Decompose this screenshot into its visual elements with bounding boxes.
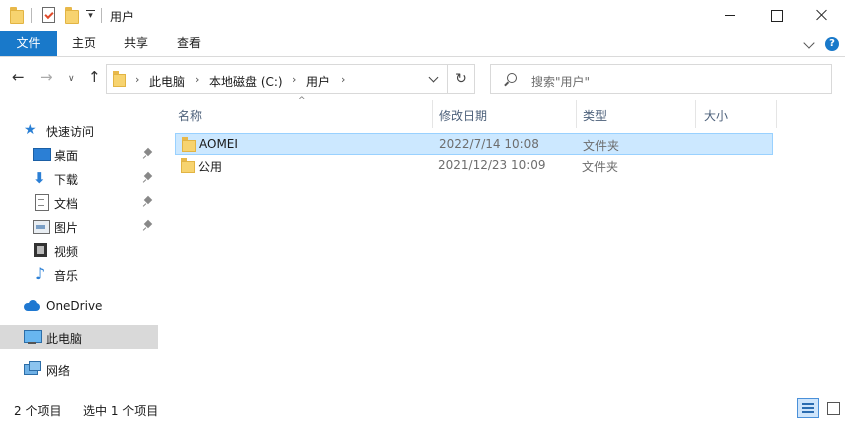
minimize-button[interactable] — [707, 0, 753, 31]
sidebar-item-label: 视频 — [54, 245, 79, 259]
file-date: 2021/12/23 10:09 — [438, 158, 546, 172]
download-icon: ⬇ — [33, 169, 46, 187]
folder-icon — [113, 71, 126, 87]
file-date: 2022/7/14 10:08 — [439, 137, 539, 151]
column-header-name[interactable]: 名称 — [170, 100, 432, 128]
tab-share[interactable]: 共享 — [114, 31, 158, 56]
folder-icon — [181, 158, 195, 173]
document-icon — [34, 194, 50, 211]
large-icons-view-icon[interactable] — [822, 398, 844, 418]
sidebar-item-desktop[interactable]: 桌面 — [0, 142, 158, 166]
recent-locations-chevron-icon[interactable]: ∨ — [68, 72, 75, 87]
breadcrumb-separator-icon[interactable]: › — [195, 73, 199, 86]
column-header-date[interactable]: 修改日期 — [433, 100, 576, 128]
folder-icon — [182, 137, 196, 152]
sidebar-item-label: 文档 — [54, 197, 79, 211]
sidebar-item-documents[interactable]: 文档 — [0, 190, 158, 214]
sidebar-item-quick-access[interactable]: ★ 快速访问 — [0, 118, 158, 142]
breadcrumb-separator-icon[interactable]: › — [135, 73, 139, 86]
pin-icon — [143, 148, 153, 160]
sidebar-item-label: 音乐 — [54, 269, 79, 283]
window-title: 用户 — [110, 10, 135, 24]
column-header-label: 大小 — [704, 109, 729, 123]
refresh-button[interactable]: ↻ — [448, 64, 475, 94]
toolbar-divider — [101, 8, 102, 23]
pin-icon — [143, 172, 153, 184]
back-arrow-icon[interactable]: ← — [12, 70, 25, 85]
forward-arrow-icon[interactable]: → — [40, 70, 53, 85]
sidebar-item-label: 图片 — [54, 221, 79, 235]
expand-ribbon-chevron-icon[interactable] — [803, 37, 815, 49]
sidebar-item-videos[interactable]: 视频 — [0, 238, 158, 262]
sidebar-item-label: 此电脑 — [46, 332, 83, 346]
up-arrow-icon[interactable]: ↑ — [88, 70, 101, 85]
tab-file[interactable]: 文件 — [0, 31, 57, 56]
toolbar-divider — [31, 8, 32, 23]
address-dropdown-icon[interactable] — [428, 72, 439, 83]
sidebar-item-network[interactable]: 网络 — [0, 357, 158, 381]
sidebar-item-label: 网络 — [46, 364, 71, 378]
breadcrumb-local-disk[interactable]: 本地磁盘 (C:) — [209, 73, 283, 90]
file-type: 文件夹 — [582, 160, 619, 174]
file-name: 公用 — [198, 160, 223, 174]
file-name: AOMEI — [199, 137, 238, 151]
column-divider[interactable] — [776, 100, 777, 128]
sidebar-item-label: 桌面 — [54, 149, 79, 163]
video-icon — [33, 242, 49, 258]
desktop-icon — [33, 146, 51, 162]
tab-home[interactable]: 主页 — [62, 31, 106, 56]
search-placeholder: 搜索"用户" — [531, 75, 591, 89]
table-row[interactable]: AOMEI 2022/7/14 10:08 文件夹 — [175, 133, 773, 155]
title-bar: ▾ 用户 — [0, 0, 845, 31]
breadcrumb-users[interactable]: 用户 — [306, 73, 330, 90]
new-folder-icon[interactable] — [65, 7, 79, 24]
sidebar-item-this-pc[interactable]: 此电脑 — [0, 325, 158, 349]
column-header-type[interactable]: 类型 — [577, 100, 695, 128]
sidebar-item-pictures[interactable]: 图片 — [0, 214, 158, 238]
status-bar: 2 个项目 选中 1 个项目 — [0, 396, 845, 421]
sidebar-item-onedrive[interactable]: OneDrive — [0, 294, 158, 318]
search-box[interactable]: 搜索"用户" — [490, 64, 832, 94]
sidebar-item-label: 下载 — [54, 173, 79, 187]
navigation-pane: ★ 快速访问 桌面 ⬇ 下载 文档 图片 视频 ♪ 音乐 OneDrive 此电… — [0, 108, 160, 388]
computer-icon — [24, 329, 42, 345]
column-header-label: 类型 — [583, 109, 608, 123]
maximize-button[interactable] — [753, 0, 799, 31]
network-icon — [24, 361, 41, 377]
help-icon[interactable]: ? — [825, 37, 839, 51]
pin-icon — [143, 220, 153, 232]
address-bar[interactable]: › 此电脑 › 本地磁盘 (C:) › 用户 › — [106, 64, 448, 94]
selection-count: 选中 1 个项目 — [83, 404, 159, 418]
tab-view[interactable]: 查看 — [167, 31, 211, 56]
sidebar-item-music[interactable]: ♪ 音乐 — [0, 262, 158, 286]
breadcrumb-separator-icon[interactable]: › — [292, 73, 296, 86]
details-view-icon[interactable] — [797, 398, 819, 418]
star-icon: ★ — [24, 122, 37, 138]
column-header-label: 名称 — [178, 109, 203, 123]
column-header-size[interactable]: 大小 — [696, 100, 776, 128]
file-type: 文件夹 — [583, 139, 620, 153]
sidebar-item-downloads[interactable]: ⬇ 下载 — [0, 166, 158, 190]
ribbon: 文件 主页 共享 查看 ? — [0, 31, 845, 57]
quick-access-dropdown-icon[interactable]: ▾ — [86, 10, 95, 21]
picture-icon — [33, 218, 50, 234]
column-header-label: 修改日期 — [439, 109, 488, 123]
properties-icon[interactable] — [42, 7, 55, 23]
close-button[interactable] — [799, 0, 845, 31]
breadcrumb-separator-icon[interactable]: › — [341, 73, 345, 86]
music-icon: ♪ — [35, 264, 46, 283]
cloud-icon — [24, 298, 40, 314]
breadcrumb-this-pc[interactable]: 此电脑 — [149, 73, 185, 90]
pin-icon — [143, 196, 153, 208]
table-row[interactable]: 公用 2021/12/23 10:09 文件夹 — [175, 155, 773, 177]
folder-icon — [10, 7, 24, 24]
search-icon — [507, 73, 517, 83]
sidebar-item-label: 快速访问 — [46, 125, 95, 139]
navigation-bar: ← → ∨ ↑ › 此电脑 › 本地磁盘 (C:) › 用户 › ↻ 搜索"用户… — [0, 58, 845, 98]
sidebar-item-label: OneDrive — [46, 299, 103, 313]
item-count: 2 个项目 — [14, 404, 62, 418]
